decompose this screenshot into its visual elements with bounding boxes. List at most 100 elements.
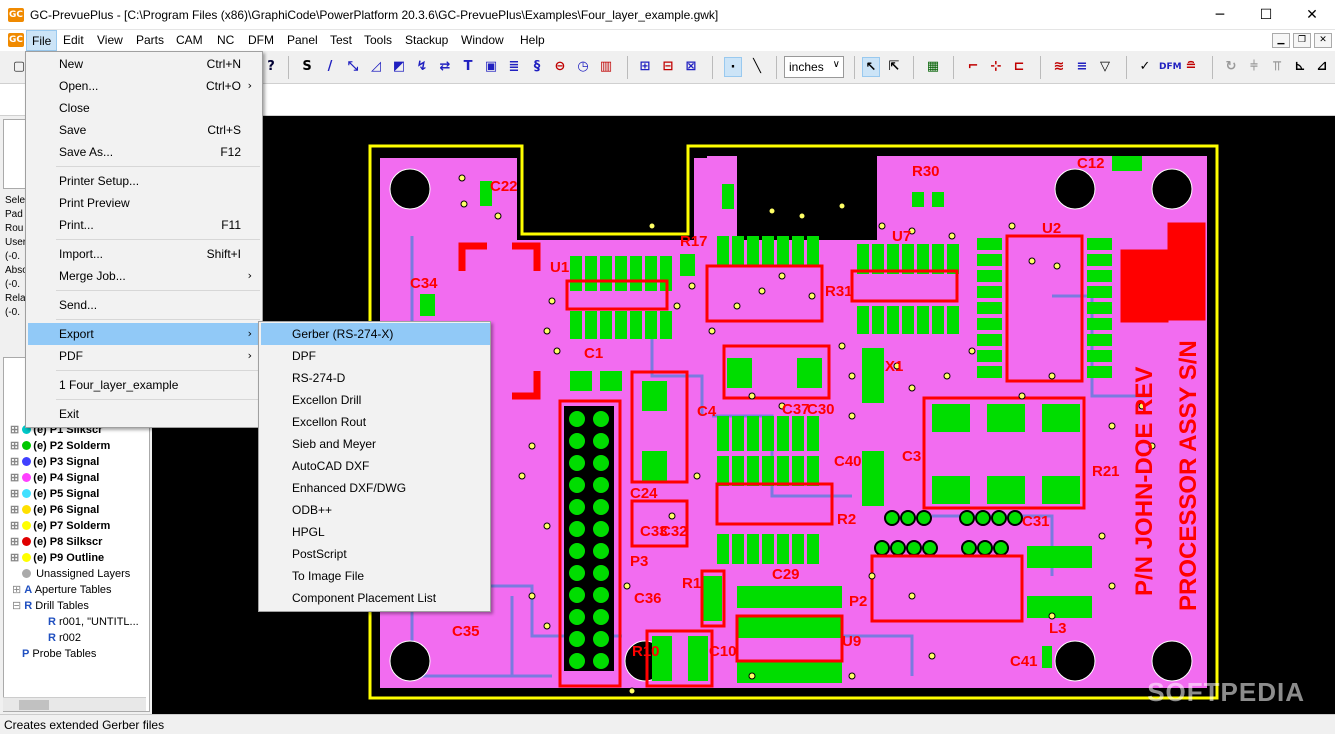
menu-item-save[interactable]: Save Ctrl+S	[28, 119, 260, 141]
pad-tool-icon[interactable]: ▣	[482, 57, 500, 77]
snap-line-icon[interactable]: ╲	[748, 57, 766, 77]
tree-layer-p7[interactable]: ⊞ (e) P7 Solderm	[10, 518, 110, 534]
add-node-icon[interactable]: ⤡	[344, 57, 362, 77]
tree-layer-p9[interactable]: ⊞ (e) P9 Outline	[10, 550, 104, 566]
menu-panel[interactable]: Panel	[287, 33, 318, 47]
export-postscript[interactable]: PostScript	[261, 543, 490, 565]
tree-layer-p4[interactable]: ⊞ (e) P4 Signal	[10, 470, 99, 486]
layers-tool-icon[interactable]: ≣	[505, 57, 523, 77]
menu-dfm[interactable]: DFM	[248, 33, 274, 47]
align-view-icon[interactable]: ⫪	[1268, 57, 1286, 77]
draw-line-icon[interactable]: /	[321, 57, 339, 77]
menu-help[interactable]: Help	[520, 33, 545, 47]
export-enhanced-dxf[interactable]: Enhanced DXF/DWG	[261, 477, 490, 499]
fit-select-icon[interactable]: ⊹	[987, 57, 1005, 77]
menu-nc[interactable]: NC	[217, 33, 234, 47]
minimize-button[interactable]: ─	[1197, 0, 1243, 30]
export-autocad-dxf[interactable]: AutoCAD DXF	[261, 455, 490, 477]
stackup-icon[interactable]: ≘	[1182, 57, 1200, 77]
chart-icon[interactable]: ⊿	[1313, 57, 1331, 77]
menu-item-pdf[interactable]: PDF ›	[28, 345, 260, 367]
tree-drill-r001[interactable]: R r001, "UNTITL...	[48, 614, 139, 630]
layer-order-icon[interactable]: ≡	[1073, 57, 1091, 77]
menu-item-save-as[interactable]: Save As... F12	[28, 141, 260, 163]
export-excellon-rout[interactable]: Excellon Rout	[261, 411, 490, 433]
barcode-tool-icon[interactable]: ▥	[597, 57, 615, 77]
measure-tool-icon[interactable]: ⊞	[636, 57, 654, 77]
arc-tool-icon[interactable]: ◿	[367, 57, 385, 77]
grid-icon[interactable]: ▦	[924, 57, 942, 77]
axis-icon[interactable]: ⊾	[1291, 57, 1309, 77]
tree-drill-r002[interactable]: R r002	[48, 630, 81, 646]
menu-item-send[interactable]: Send...	[28, 294, 260, 316]
menu-tools[interactable]: Tools	[364, 33, 392, 47]
checkmark-icon[interactable]: ✓	[1136, 57, 1154, 77]
compare-tool-icon[interactable]: ⊟	[659, 57, 677, 77]
export-component-placement[interactable]: Component Placement List	[261, 587, 490, 609]
polygon-tool-icon[interactable]: ◩	[390, 57, 408, 77]
menu-test[interactable]: Test	[330, 33, 352, 47]
help-icon[interactable]: ?	[262, 57, 280, 77]
fit-board-icon[interactable]: ⌐	[964, 57, 982, 77]
export-sieb-meyer[interactable]: Sieb and Meyer	[261, 433, 490, 455]
mdi-close-button[interactable]: ✕	[1314, 33, 1332, 48]
export-gerber[interactable]: Gerber (RS-274-X)	[261, 323, 490, 345]
menu-cam[interactable]: CAM	[176, 33, 203, 47]
menu-item-recent-file[interactable]: 1 Four_layer_example	[28, 374, 260, 396]
clock-tool-icon[interactable]: ◷	[574, 57, 592, 77]
menu-file[interactable]: File	[26, 30, 58, 51]
menu-item-exit[interactable]: Exit	[28, 403, 260, 425]
rotate-tool-icon[interactable]: ↯	[413, 57, 431, 77]
tree-layer-p8[interactable]: ⊞ (e) P8 Silkscr	[10, 534, 102, 550]
export-image-file[interactable]: To Image File	[261, 565, 490, 587]
tree-probe-tables[interactable]: P Probe Tables	[22, 646, 96, 662]
netlist-tool-icon[interactable]: ⊠	[682, 57, 700, 77]
menu-item-print[interactable]: Print... F11	[28, 214, 260, 236]
tree-aperture-tables[interactable]: ⊞ A Aperture Tables	[12, 582, 112, 598]
menu-edit[interactable]: Edit	[63, 33, 84, 47]
select-tool-icon[interactable]: S	[298, 57, 316, 77]
export-dpf[interactable]: DPF	[261, 345, 490, 367]
dfm-icon[interactable]: DFM	[1159, 57, 1182, 77]
menu-item-merge-job[interactable]: Merge Job... ›	[28, 265, 260, 287]
menu-parts[interactable]: Parts	[136, 33, 164, 47]
tree-layer-p6[interactable]: ⊞ (e) P6 Signal	[10, 502, 99, 518]
tree-layer-p3[interactable]: ⊞ (e) P3 Signal	[10, 454, 99, 470]
units-select[interactable]: inches ∨	[784, 56, 844, 78]
menu-view[interactable]: View	[97, 33, 123, 47]
menu-item-print-preview[interactable]: Print Preview	[28, 192, 260, 214]
menu-item-printer-setup[interactable]: Printer Setup...	[28, 170, 260, 192]
menu-stackup[interactable]: Stackup	[405, 33, 448, 47]
menu-item-close[interactable]: Close	[28, 97, 260, 119]
drill-tool-icon[interactable]: ⊖	[551, 57, 569, 77]
tree-layer-p5[interactable]: ⊞ (e) P5 Signal	[10, 486, 99, 502]
snap-point-icon[interactable]: ·	[724, 57, 742, 77]
pointer-select-icon[interactable]: ⇱	[885, 57, 903, 77]
fit-window-icon[interactable]: ⊏	[1010, 57, 1028, 77]
export-odb[interactable]: ODB++	[261, 499, 490, 521]
menu-item-import[interactable]: Import... Shift+I	[28, 243, 260, 265]
flip-tool-icon[interactable]: ⇄	[436, 57, 454, 77]
menu-item-export[interactable]: Export ›	[28, 323, 260, 345]
text-tool-icon[interactable]: T	[459, 57, 477, 77]
rotate-view-icon[interactable]: ↻	[1222, 57, 1240, 77]
tree-layer-p2[interactable]: ⊞ (e) P2 Solderm	[10, 438, 110, 454]
layer-stack-icon[interactable]: ≋	[1050, 57, 1068, 77]
mirror-view-icon[interactable]: ⫩	[1245, 57, 1263, 77]
menu-window[interactable]: Window	[461, 33, 504, 47]
tree-unassigned-layers[interactable]: Unassigned Layers	[22, 566, 130, 582]
maximize-button[interactable]: ☐	[1243, 0, 1289, 30]
export-rs274d[interactable]: RS-274-D	[261, 367, 490, 389]
pointer-icon[interactable]: ↖	[862, 57, 880, 77]
menu-item-open[interactable]: Open... Ctrl+O ›	[28, 75, 260, 97]
tree-scrollbar[interactable]	[3, 697, 146, 711]
mdi-minimize-button[interactable]: ▁	[1272, 33, 1290, 48]
mdi-restore-button[interactable]: ❐	[1293, 33, 1311, 48]
close-button[interactable]: ✕	[1289, 0, 1335, 30]
export-excellon-drill[interactable]: Excellon Drill	[261, 389, 490, 411]
menu-item-new[interactable]: New Ctrl+N	[28, 53, 260, 75]
filter-icon[interactable]: ▽	[1096, 57, 1114, 77]
tree-drill-tables[interactable]: ⊟ R Drill Tables	[12, 598, 89, 614]
stack-tool-icon[interactable]: §	[528, 57, 546, 77]
document-icon[interactable]: GC	[8, 33, 24, 47]
